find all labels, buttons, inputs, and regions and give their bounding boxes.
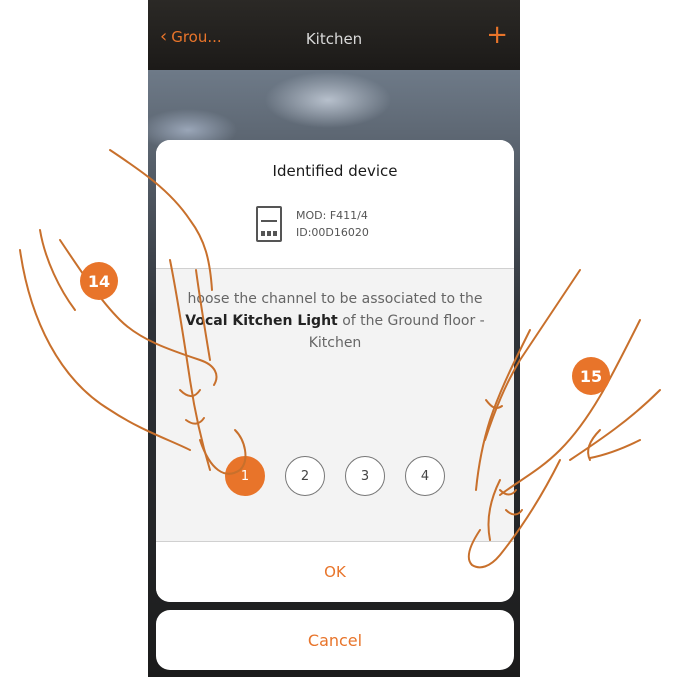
message-highlight: Vocal Kitchen Light bbox=[185, 313, 338, 329]
dialog-title: Identified device bbox=[272, 162, 398, 180]
device-model: MOD: F411/4 bbox=[296, 209, 368, 222]
device-icon bbox=[256, 206, 282, 242]
dialog-header: Identified device MOD: F411/4 ID:00D1602… bbox=[156, 140, 514, 269]
cancel-button[interactable]: Cancel bbox=[156, 610, 514, 670]
channel-message: hoose the channel to be associated to th… bbox=[176, 288, 494, 354]
step-badge-left: 14 bbox=[80, 262, 118, 300]
message-prefix: hoose the channel to be associated to th… bbox=[187, 291, 483, 307]
device-text: MOD: F411/4 ID:00D16020 bbox=[296, 207, 369, 241]
channel-button-1[interactable]: 1 bbox=[225, 456, 265, 496]
right-hand-outline bbox=[499, 319, 641, 496]
ok-button[interactable]: OK bbox=[156, 541, 514, 602]
phone-screen: ‹ Grou... Kitchen + Identified device MO… bbox=[148, 0, 520, 677]
channel-button-3[interactable]: 3 bbox=[345, 456, 385, 496]
page-title: Kitchen bbox=[305, 30, 363, 48]
top-bar: ‹ Grou... Kitchen + bbox=[148, 0, 520, 70]
channel-button-4[interactable]: 4 bbox=[405, 456, 445, 496]
device-dialog: Identified device MOD: F411/4 ID:00D1602… bbox=[156, 140, 514, 602]
channel-selector: 1 2 3 4 bbox=[156, 456, 514, 496]
step-badge-right: 15 bbox=[572, 357, 610, 395]
device-info: MOD: F411/4 ID:00D16020 bbox=[256, 206, 369, 242]
device-id: ID:00D16020 bbox=[296, 226, 369, 239]
channel-button-2[interactable]: 2 bbox=[285, 456, 325, 496]
add-button[interactable]: + bbox=[486, 22, 508, 48]
